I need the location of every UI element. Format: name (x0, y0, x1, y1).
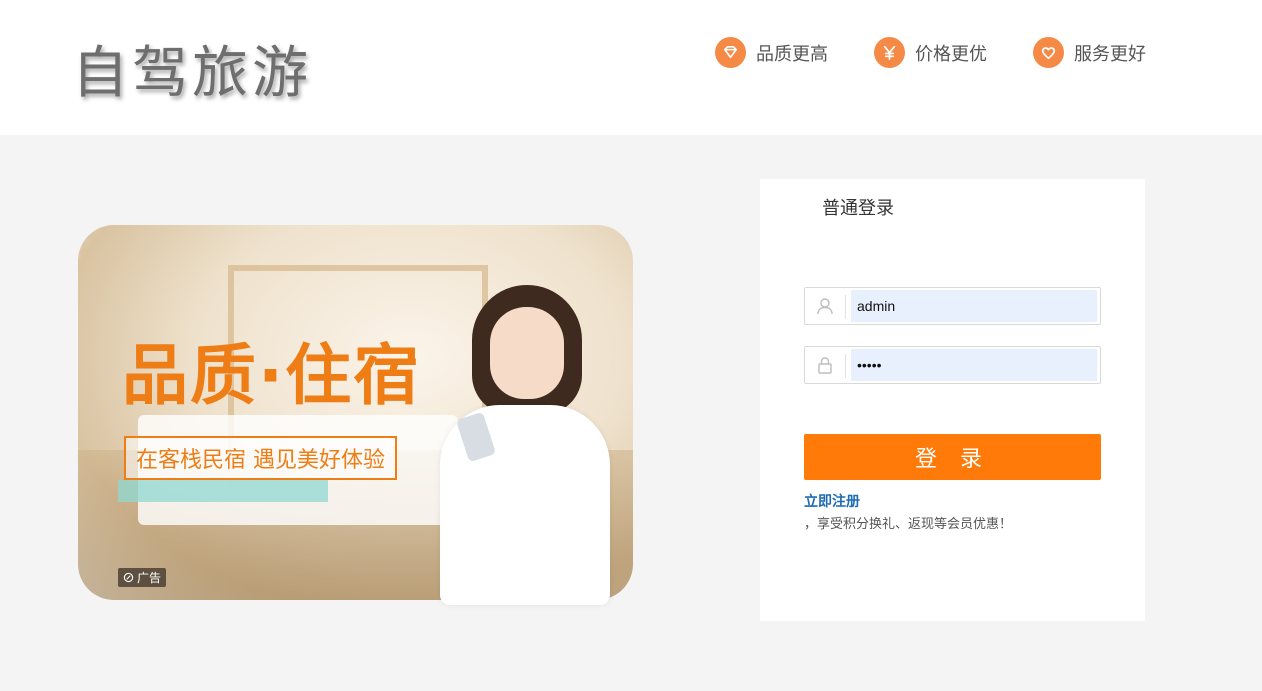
password-input[interactable] (851, 349, 1097, 381)
feature-list: 品质更高 价格更优 服务更好 (715, 37, 1146, 68)
register-description: ，享受积分换礼、返现等会员优惠！ (804, 517, 1013, 532)
field-divider (845, 295, 846, 319)
login-panel: 普通登录 登 录 立即注册 ，享受积分换礼、返现等会员优惠！ (760, 179, 1145, 621)
feature-service: 服务更好 (1033, 37, 1146, 68)
field-divider (845, 354, 846, 378)
feature-quality: 品质更高 (715, 37, 828, 68)
promo-banner[interactable]: 品质·住宿 在客栈民宿 遇见美好体验 广告 (78, 225, 633, 605)
ad-icon (123, 572, 134, 583)
tab-normal-login[interactable]: 普通登录 (822, 194, 894, 220)
register-link[interactable]: 立即注册 (804, 491, 860, 511)
model-face (490, 307, 564, 399)
ad-label: 广告 (137, 571, 162, 585)
heart-icon (1033, 37, 1064, 68)
ad-badge: 广告 (118, 568, 167, 587)
bed-cushion-illustration (118, 480, 328, 502)
yen-icon (874, 37, 905, 68)
banner-subtitle: 在客栈民宿 遇见美好体验 (124, 436, 397, 480)
feature-label: 品质更高 (756, 43, 828, 65)
password-field[interactable] (804, 346, 1101, 384)
model-photo (430, 285, 630, 605)
username-input[interactable] (851, 290, 1097, 322)
feature-price: 价格更优 (874, 37, 987, 68)
site-logo[interactable]: 自驾旅游 (72, 28, 312, 109)
lock-icon (818, 357, 832, 374)
login-button[interactable]: 登 录 (804, 434, 1101, 480)
site-header: 自驾旅游 品质更高 价格更优 服务更好 (0, 0, 1262, 135)
banner-title: 品质·住宿 (122, 337, 422, 414)
username-field[interactable] (804, 287, 1101, 325)
user-icon (817, 298, 833, 315)
diamond-icon (715, 37, 746, 68)
feature-label: 价格更优 (915, 43, 987, 65)
feature-label: 服务更好 (1074, 43, 1146, 65)
